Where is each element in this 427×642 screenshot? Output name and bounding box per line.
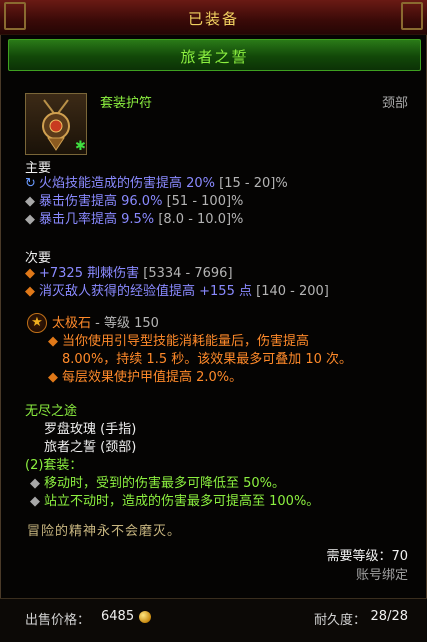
item-icon-frame: ✱ <box>25 93 87 155</box>
gem-extra-effect: ◆ 每层效果使护甲值提高 2.0%。 <box>48 370 243 385</box>
diamond-bullet-icon: ◆ <box>30 476 40 491</box>
item-name-bar: 旅者之誓 <box>8 39 421 71</box>
gem-title: 太极石 - 等级 150 <box>52 315 159 333</box>
item-name: 旅者之誓 <box>180 48 249 66</box>
diamond-bullet-icon: ◆ <box>25 266 35 281</box>
primary-stat-1-range: [15 - 20]% <box>219 176 288 191</box>
equipped-header: 已装备 <box>0 0 427 35</box>
gem-effect-line-2: 8.00%，持续 1.5 秒。该效果最多可叠加 10 次。 <box>62 352 353 367</box>
set-bonus-2: ◆ 站立不动时，造成的伤害最多可提高至 100%。 <box>30 494 320 509</box>
secondary-stat-2-value: 消灭敌人获得的经验值提高 +155 点 <box>39 284 252 299</box>
set-piece-2: 旅者之誓 (颈部) <box>44 440 137 455</box>
sell-price-label: 出售价格： <box>25 613 91 628</box>
durability-label: 耐久度： <box>313 613 366 628</box>
secondary-stat-1-range: [5334 - 7696] <box>143 266 233 281</box>
legendary-gem-icon: ★ <box>27 313 47 333</box>
secondary-stat-1-value: +7325 荆棘伤害 <box>39 266 140 281</box>
enchanted-affix-icon: ↻ <box>25 176 36 191</box>
primary-stat-2-range: [51 - 100]% <box>166 194 244 209</box>
diamond-bullet-icon: ◆ <box>25 194 35 209</box>
primary-stat-1: ↻ 火焰技能造成的伤害提高 20% [15 - 20]% <box>25 175 288 193</box>
diamond-bullet-icon: ◆ <box>25 284 35 299</box>
gem-rank: - 等级 150 <box>95 316 159 331</box>
primary-heading: 主要 <box>25 161 52 176</box>
flavor-text: 冒险的精神永不会磨灭。 <box>27 524 182 539</box>
diamond-bullet-icon: ◆ <box>30 494 40 509</box>
required-level: 需要等级：70 <box>326 549 408 564</box>
primary-stat-3-value: 暴击几率提高 9.5% <box>39 212 155 227</box>
account-bound: 账号绑定 <box>355 568 408 583</box>
gem-name: 太极石 <box>52 316 92 331</box>
svg-text:✱: ✱ <box>75 139 86 154</box>
primary-stat-1-value: 火焰技能造成的伤害提高 20% <box>39 176 216 191</box>
diamond-bullet-icon: ◆ <box>48 370 58 385</box>
set-bonus-1: ◆ 移动时，受到的伤害最多可降低至 50%。 <box>30 476 286 491</box>
item-slot: 颈部 <box>381 96 408 111</box>
primary-stat-3: ◆ 暴击几率提高 9.5% [8.0 - 10.0]% <box>25 211 243 229</box>
diamond-bullet-icon: ◆ <box>25 212 35 227</box>
gem-effect-line-1: ◆ 当你使用引导型技能消耗能量后，伤害提高 <box>48 334 310 349</box>
primary-stat-2-value: 暴击伤害提高 96.0% <box>39 194 163 209</box>
item-type: 套装护符 <box>100 96 153 111</box>
set-piece-1: 罗盘玫瑰 (手指) <box>44 422 137 437</box>
amulet-icon: ✱ <box>42 99 86 154</box>
gold-coin-icon <box>139 611 151 623</box>
secondary-stat-1: ◆ +7325 荆棘伤害 [5334 - 7696] <box>25 265 233 283</box>
secondary-heading: 次要 <box>25 251 52 266</box>
durability-value: 28/28 <box>370 609 408 624</box>
equipped-label: 已装备 <box>187 10 239 28</box>
tooltip-footer: 出售价格： 6485 耐久度： 28/28 <box>0 598 427 642</box>
set-name: 无尽之途 <box>25 404 78 419</box>
primary-stat-2: ◆ 暴击伤害提高 96.0% [51 - 100]% <box>25 193 243 211</box>
sell-price-value: 6485 <box>101 609 135 624</box>
set-bonus-label: (2)套装： <box>25 458 83 473</box>
secondary-stat-2: ◆ 消灭敌人获得的经验值提高 +155 点 [140 - 200] <box>25 283 329 301</box>
diamond-bullet-icon: ◆ <box>48 334 58 349</box>
primary-stat-3-range: [8.0 - 10.0]% <box>158 212 244 227</box>
secondary-stat-2-range: [140 - 200] <box>256 284 329 299</box>
header-ornament-right <box>401 2 423 30</box>
